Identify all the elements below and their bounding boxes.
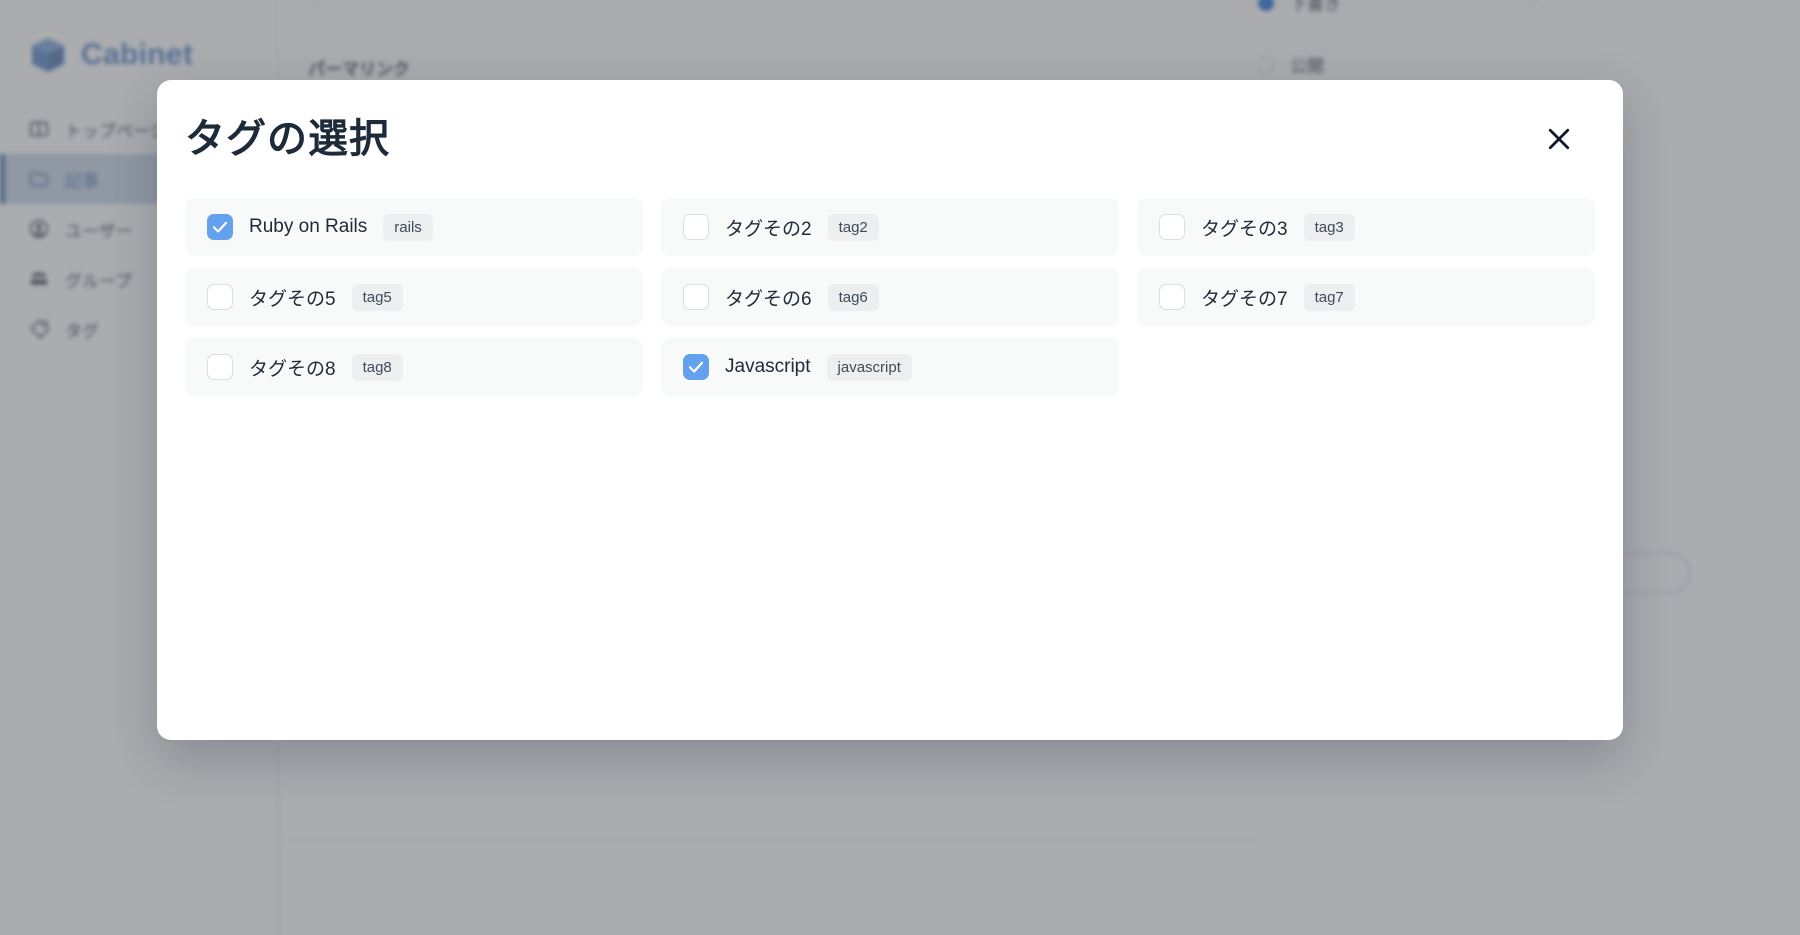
- tag-row[interactable]: タグその3 tag3: [1137, 198, 1595, 256]
- modal-header: タグの選択: [157, 80, 1623, 198]
- tag-row[interactable]: Javascript javascript: [661, 338, 1119, 396]
- checkbox-icon[interactable]: [207, 354, 233, 380]
- close-icon[interactable]: [1537, 117, 1581, 161]
- tag-slug-badge: tag3: [1303, 213, 1355, 241]
- tag-slug-badge: tag7: [1303, 283, 1355, 311]
- tag-row[interactable]: タグその6 tag6: [661, 268, 1119, 326]
- tag-name: タグその7: [1201, 288, 1288, 310]
- checkbox-checked-icon[interactable]: [683, 354, 709, 380]
- tag-slug-badge: javascript: [826, 353, 912, 381]
- tag-grid-spacer: [1137, 338, 1595, 396]
- tag-name: タグその6: [725, 288, 812, 310]
- tag-row[interactable]: タグその5 tag5: [185, 268, 643, 326]
- tag-row[interactable]: タグその2 tag2: [661, 198, 1119, 256]
- tag-row[interactable]: タグその7 tag7: [1137, 268, 1595, 326]
- app-root: Cabinet トップページ 記事: [0, 0, 1800, 935]
- checkbox-icon[interactable]: [1159, 284, 1185, 310]
- checkbox-icon[interactable]: [1159, 214, 1185, 240]
- tag-slug-badge: rails: [383, 213, 433, 241]
- tag-slug-badge: tag2: [827, 213, 879, 241]
- tag-name: タグその8: [249, 358, 336, 380]
- checkbox-icon[interactable]: [683, 214, 709, 240]
- tag-row[interactable]: Ruby on Rails rails: [185, 198, 643, 256]
- tag-name: Ruby on Rails: [249, 216, 368, 237]
- tag-slug-badge: tag5: [351, 283, 403, 311]
- tag-name: タグその5: [249, 288, 336, 310]
- tag-slug-badge: tag6: [827, 283, 879, 311]
- tag-name: タグその2: [725, 218, 812, 240]
- checkbox-icon[interactable]: [683, 284, 709, 310]
- tag-name: Javascript: [725, 356, 811, 377]
- tag-name: タグその3: [1201, 218, 1288, 240]
- tag-grid: Ruby on Rails rails タグその2 tag2 タグその3 tag3 タグその…: [185, 198, 1595, 396]
- tag-row[interactable]: タグその8 tag8: [185, 338, 643, 396]
- tag-slug-badge: tag8: [351, 353, 403, 381]
- modal-title: タグの選択: [185, 117, 390, 161]
- modal-body: Ruby on Rails rails タグその2 tag2 タグその3 tag3 タグその…: [157, 198, 1623, 430]
- checkbox-checked-icon[interactable]: [207, 214, 233, 240]
- checkbox-icon[interactable]: [207, 284, 233, 310]
- tag-select-modal: タグの選択 Ruby on Rails rails タグその2 tag2 タグその3 ta…: [157, 80, 1623, 740]
